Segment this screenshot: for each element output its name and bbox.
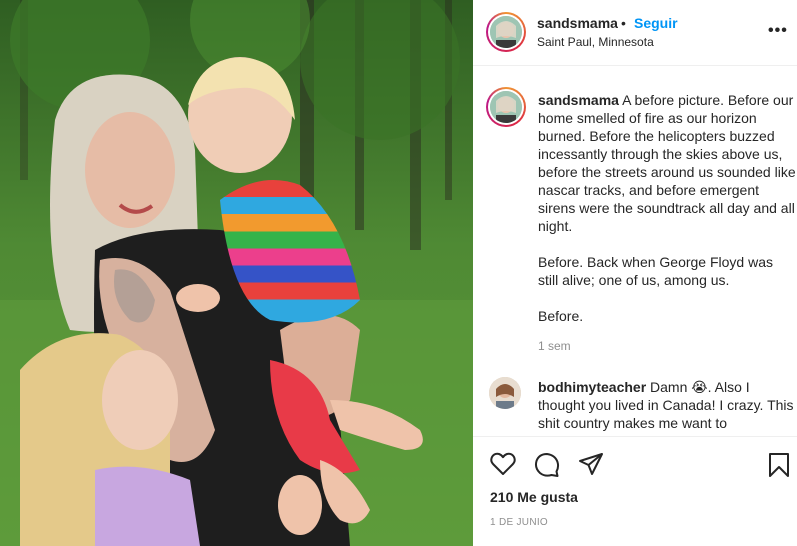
caption-username[interactable]: sandsmama <box>538 92 619 108</box>
caption-author-avatar-image <box>490 91 522 123</box>
commenter-avatar[interactable] <box>489 377 521 409</box>
author-avatar-image <box>490 16 522 48</box>
heart-icon[interactable] <box>490 452 516 481</box>
post-photo[interactable] <box>0 0 473 546</box>
caption-paragraph-3: Before. <box>538 308 584 324</box>
follow-button[interactable]: Seguir <box>634 15 678 31</box>
post-actions: 210 Me gusta 1 DE JUNIO <box>473 436 797 546</box>
caption-author-avatar[interactable] <box>486 87 526 127</box>
post-photo-image <box>0 0 473 546</box>
caption-paragraph-1: sandsmama A before picture. Before our h… <box>538 91 796 235</box>
separator-dot: • <box>621 15 626 31</box>
post-date[interactable]: 1 DE JUNIO <box>490 517 548 528</box>
likes-count[interactable]: 210 Me gusta <box>490 489 578 505</box>
post-caption: sandsmama A before picture. Before our h… <box>538 91 796 343</box>
author-username[interactable]: sandsmama <box>537 15 618 31</box>
author-avatar[interactable] <box>486 12 526 52</box>
post-location[interactable]: Saint Paul, Minnesota <box>537 35 654 49</box>
share-icon[interactable] <box>578 452 604 481</box>
caption-paragraph-2: Before. Back when George Floyd was still… <box>538 254 774 288</box>
comment-item: bodhimyteacher Damn 😭. Also I thought yo… <box>538 378 796 432</box>
more-horizontal-icon[interactable]: ••• <box>768 22 788 40</box>
comment-icon[interactable] <box>534 452 560 483</box>
comment-username[interactable]: bodhimyteacher <box>538 379 646 395</box>
post-details-panel: sandsmama • Seguir Saint Paul, Minnesota… <box>473 0 797 546</box>
bookmark-icon[interactable] <box>768 452 790 483</box>
post-header: sandsmama • Seguir Saint Paul, Minnesota… <box>473 0 797 66</box>
caption-timestamp[interactable]: 1 sem <box>538 339 571 353</box>
caption-text-1: A before picture. Before our home smelle… <box>538 92 796 234</box>
